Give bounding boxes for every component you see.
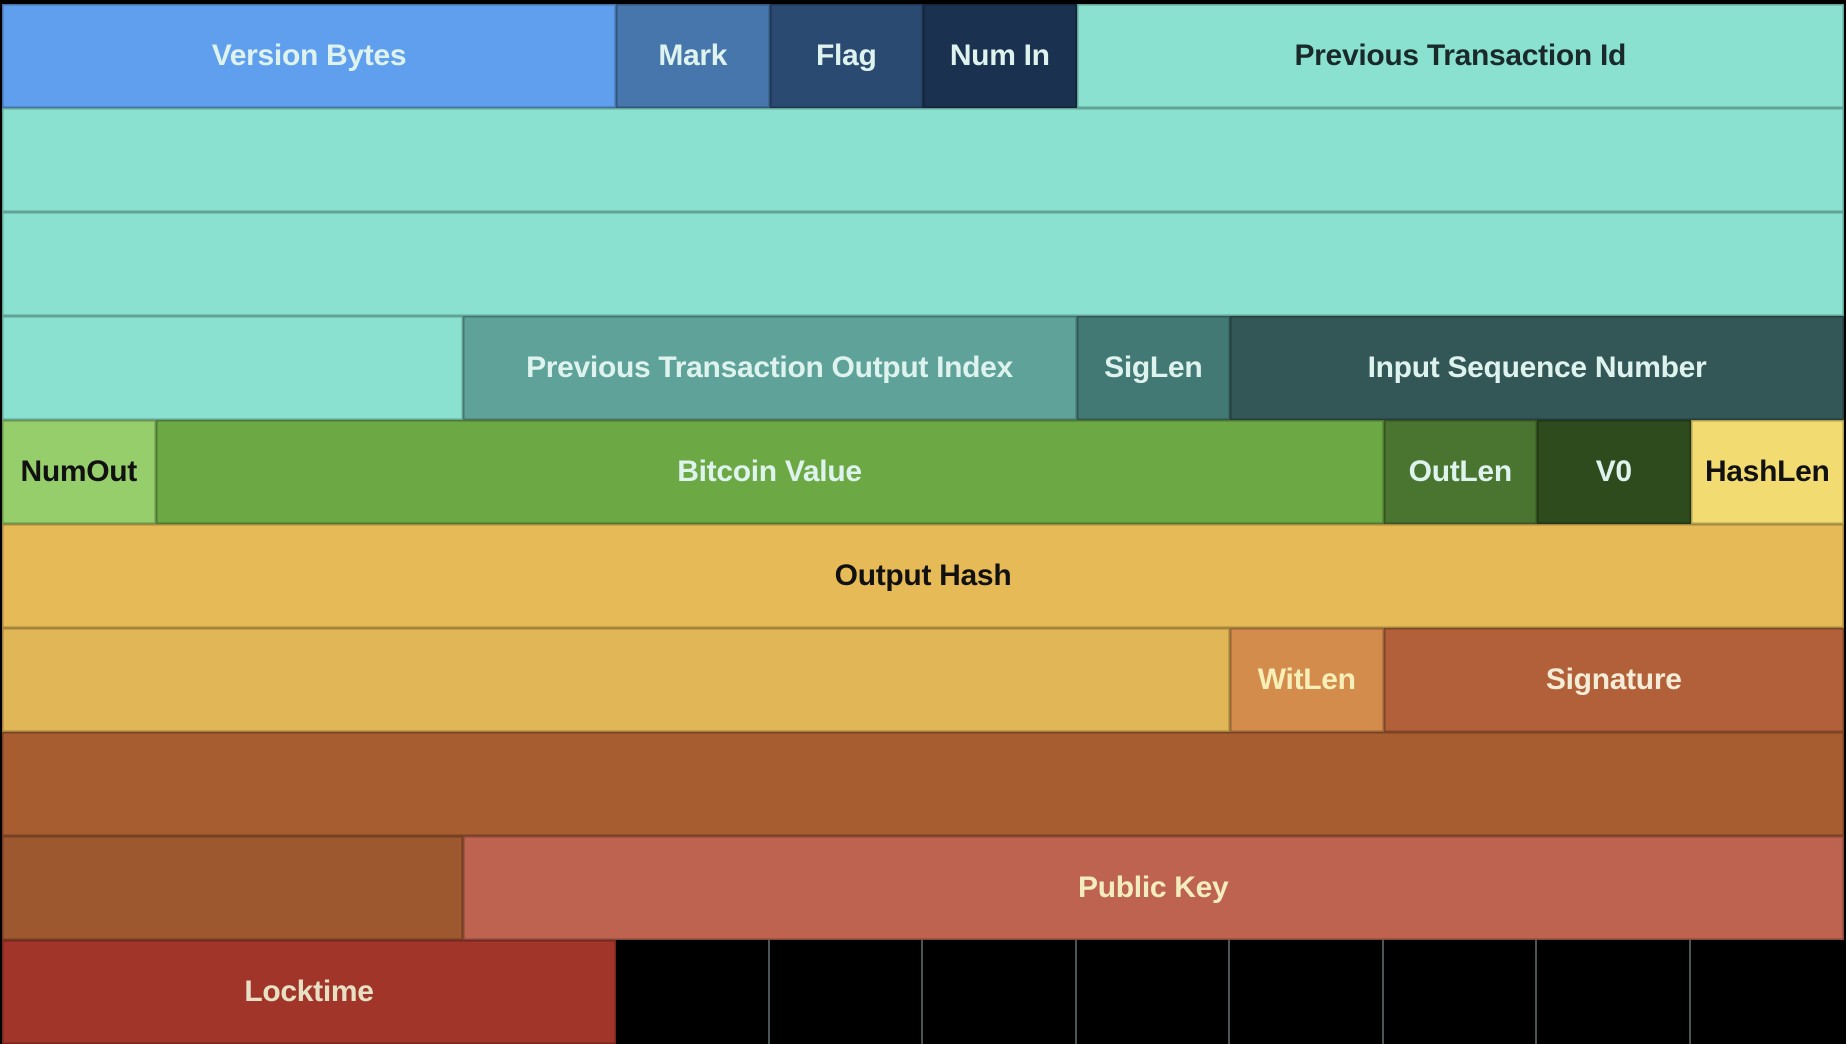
field-numout: NumOut	[2, 420, 156, 524]
field-hashlen: HashLen	[1690, 420, 1844, 524]
field-label: V0	[1595, 455, 1632, 488]
field-mark: Mark	[616, 4, 770, 108]
field-label: NumOut	[20, 455, 137, 488]
field-previous-transaction-id: Previous Transaction Id	[1076, 4, 1844, 108]
empty-byte-cell	[1537, 940, 1691, 1044]
field-label: Output Hash	[834, 559, 1012, 592]
field-label: Signature	[1545, 663, 1682, 696]
field-label: HashLen	[1704, 455, 1830, 488]
field-label: Num In	[949, 39, 1050, 72]
field-witlen: WitLen	[1230, 628, 1384, 732]
field-output-hash: Output Hash	[2, 524, 1844, 628]
empty-byte-cell	[923, 940, 1077, 1044]
field-v0: V0	[1537, 420, 1691, 524]
empty-byte-cell	[1383, 940, 1537, 1044]
empty-byte-cell	[1690, 940, 1844, 1044]
field-label: Locktime	[244, 975, 374, 1008]
field-previous-transaction-id-cont-3	[2, 316, 463, 420]
field-label: WitLen	[1257, 663, 1356, 696]
field-label: Version Bytes	[211, 39, 407, 72]
empty-byte-cell	[769, 940, 923, 1044]
field-outlen: OutLen	[1383, 420, 1537, 524]
field-public-key: Public Key	[462, 836, 1844, 940]
field-previous-transaction-output-index: Previous Transaction Output Index	[462, 316, 1077, 420]
field-locktime: Locktime	[2, 940, 616, 1044]
field-label: OutLen	[1408, 455, 1512, 488]
empty-byte-cell	[1230, 940, 1384, 1044]
field-output-hash-cont	[2, 628, 1230, 732]
field-label: Input Sequence Number	[1367, 351, 1707, 384]
field-label: Previous Transaction Id	[1294, 39, 1627, 72]
field-previous-transaction-id-cont-1	[2, 108, 1844, 212]
empty-byte-cell	[1076, 940, 1230, 1044]
field-label: SigLen	[1104, 351, 1203, 384]
field-flag: Flag	[769, 4, 923, 108]
field-label: Previous Transaction Output Index	[526, 351, 1013, 384]
empty-byte-cell	[616, 940, 770, 1044]
field-previous-transaction-id-cont-2	[2, 212, 1844, 316]
field-version-bytes: Version Bytes	[2, 4, 616, 108]
field-num-in: Num In	[923, 4, 1077, 108]
transaction-byte-grid: Version Bytes Mark Flag Num In Previous Tran…	[0, 0, 1846, 1044]
field-label: Flag	[816, 39, 877, 72]
field-input-sequence-number: Input Sequence Number	[1230, 316, 1844, 420]
field-signature-cont-1	[2, 732, 1844, 836]
field-siglen: SigLen	[1076, 316, 1230, 420]
field-bitcoin-value: Bitcoin Value	[155, 420, 1384, 524]
field-label: Bitcoin Value	[677, 455, 862, 488]
field-label: Mark	[658, 39, 728, 72]
field-signature-cont-2	[2, 836, 463, 940]
field-label: Public Key	[1078, 871, 1229, 904]
field-signature: Signature	[1383, 628, 1844, 732]
